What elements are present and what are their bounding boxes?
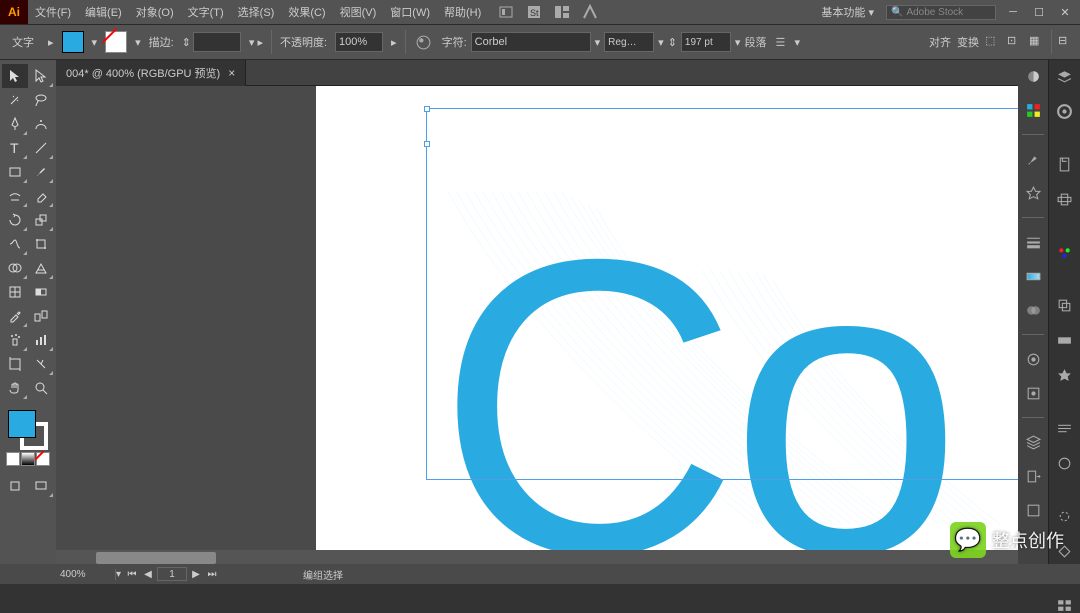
align-link[interactable]: 对齐 bbox=[929, 34, 951, 50]
canvas[interactable]: Co bbox=[56, 86, 1018, 564]
options-bar: 文字 ▸ ▾ ▾ 描边: ⇕ ▾ ▸ 不透明度: ▸ 字符: ▾ ▾ ⇕▾ 段落… bbox=[0, 24, 1080, 60]
status-bar: 400% ▾ ⏮ ◀ 1 ▶ ⏭ 编组选择 bbox=[0, 564, 1080, 584]
font-style-field[interactable] bbox=[604, 32, 654, 52]
doc-info-icon[interactable] bbox=[1055, 156, 1075, 173]
swatches-panel-icon[interactable] bbox=[1023, 100, 1043, 120]
svg-text:St: St bbox=[530, 8, 539, 18]
right-panel-dock bbox=[1018, 60, 1048, 564]
tab-close-button[interactable]: × bbox=[228, 66, 235, 80]
close-button[interactable]: ✕ bbox=[1056, 3, 1074, 21]
selection-box bbox=[426, 108, 1018, 480]
artboard[interactable]: Co bbox=[316, 86, 1018, 564]
active-tool-label: 文字 bbox=[6, 34, 40, 50]
menu-file[interactable]: 文件(F) bbox=[28, 0, 78, 24]
last-artboard-btn[interactable]: ⏭ bbox=[205, 567, 219, 581]
document-tab[interactable]: 004* @ 400% (RGB/GPU 预览) × bbox=[56, 60, 246, 86]
stock-search-input[interactable]: 🔍 Adobe Stock bbox=[886, 5, 996, 20]
layers-panel-icon[interactable] bbox=[1023, 432, 1043, 452]
links-panel-icon[interactable] bbox=[1055, 367, 1075, 384]
bridge-icon[interactable] bbox=[498, 4, 514, 20]
artboards-panel-icon[interactable] bbox=[1023, 500, 1043, 520]
menu-object[interactable]: 对象(O) bbox=[129, 0, 181, 24]
status-tool-hint: 编组选择 bbox=[303, 567, 343, 582]
maximize-button[interactable]: ☐ bbox=[1030, 3, 1048, 21]
color-panel-icon[interactable] bbox=[1023, 66, 1043, 86]
wechat-icon: 💬 bbox=[950, 522, 986, 558]
transform-link[interactable]: 变换 bbox=[957, 34, 979, 50]
opt-icon-2[interactable]: ⊡ bbox=[1007, 34, 1023, 50]
document-tab-bar: 004* @ 400% (RGB/GPU 预览) × bbox=[56, 60, 1018, 86]
char-panel-icon[interactable] bbox=[1055, 420, 1075, 437]
font-size-field[interactable] bbox=[681, 32, 731, 52]
symbols-panel-icon[interactable] bbox=[1023, 183, 1043, 203]
opt-more-icon[interactable]: ⊟ bbox=[1058, 34, 1074, 50]
stroke-panel-icon[interactable] bbox=[1023, 232, 1043, 252]
gpu-icon[interactable] bbox=[582, 4, 598, 20]
right-panel-dock-far bbox=[1048, 60, 1080, 564]
selection-handle[interactable] bbox=[424, 106, 430, 112]
transform-panel-icon[interactable] bbox=[1055, 332, 1075, 349]
graphic-styles-panel-icon[interactable] bbox=[1023, 383, 1043, 403]
menu-edit[interactable]: 编辑(E) bbox=[78, 0, 129, 24]
menu-effect[interactable]: 效果(C) bbox=[281, 0, 332, 24]
zoom-field[interactable]: 400% bbox=[56, 569, 116, 580]
app-logo: Ai bbox=[0, 0, 28, 24]
artboard-num[interactable]: 1 bbox=[157, 567, 187, 581]
stroke-swatch[interactable] bbox=[105, 31, 127, 53]
fill-swatch[interactable] bbox=[62, 31, 84, 53]
watermark: 💬 整点创作 bbox=[950, 522, 1064, 558]
character-label: 字符: bbox=[442, 34, 467, 50]
minimize-button[interactable]: ─ bbox=[1004, 3, 1022, 21]
paragraph-icon[interactable]: ☰ bbox=[770, 32, 790, 52]
gradient-panel-icon[interactable] bbox=[1023, 266, 1043, 286]
stock-icon[interactable]: St bbox=[526, 4, 542, 20]
menu-bar: Ai 文件(F) 编辑(E) 对象(O) 文字(T) 选择(S) 效果(C) 视… bbox=[0, 0, 1080, 24]
para-panel-icon[interactable] bbox=[1055, 455, 1075, 472]
pathfinder-icon[interactable] bbox=[1055, 297, 1075, 314]
menu-help[interactable]: 帮助(H) bbox=[437, 0, 488, 24]
scrollbar-thumb[interactable] bbox=[96, 552, 216, 564]
isolate-icon[interactable]: ⬚ bbox=[985, 34, 1001, 50]
selection-handle[interactable] bbox=[424, 141, 430, 147]
menu-select[interactable]: 选择(S) bbox=[231, 0, 282, 24]
opt-icon-3[interactable]: ▦ bbox=[1029, 34, 1045, 50]
transparency-panel-icon[interactable] bbox=[1023, 300, 1043, 320]
opacity-label: 不透明度: bbox=[280, 34, 327, 50]
appearance-panel-icon[interactable] bbox=[1023, 349, 1043, 369]
selection-tool[interactable] bbox=[2, 64, 28, 88]
stroke-weight-field[interactable]: ⇕ bbox=[182, 32, 241, 52]
paragraph-label[interactable]: 段落 bbox=[744, 34, 766, 50]
next-artboard-btn[interactable]: ▶ bbox=[189, 567, 203, 581]
opacity-field[interactable] bbox=[335, 32, 383, 52]
menu-view[interactable]: 视图(V) bbox=[333, 0, 384, 24]
menu-type[interactable]: 文字(T) bbox=[181, 0, 231, 24]
brushes-panel-icon[interactable] bbox=[1023, 149, 1043, 169]
stroke-label: 描边: bbox=[149, 34, 174, 50]
libraries-panel-icon[interactable] bbox=[1055, 103, 1075, 120]
menu-window[interactable]: 窗口(W) bbox=[383, 0, 437, 24]
font-family-field[interactable] bbox=[471, 32, 591, 52]
properties-panel-icon[interactable] bbox=[1055, 68, 1075, 85]
direct-selection-tool[interactable] bbox=[28, 64, 54, 88]
asset-export-panel-icon[interactable] bbox=[1023, 466, 1043, 486]
workspace-switcher[interactable]: 基本功能 ▾ bbox=[817, 4, 878, 20]
arrange-icon[interactable] bbox=[554, 4, 570, 20]
nav-panel-icon[interactable] bbox=[1055, 596, 1075, 613]
horizontal-scrollbar[interactable] bbox=[56, 550, 1018, 564]
prev-artboard-btn[interactable]: ◀ bbox=[141, 567, 155, 581]
first-artboard-btn[interactable]: ⏮ bbox=[125, 567, 139, 581]
recolor-icon[interactable] bbox=[414, 32, 434, 52]
color-guide-icon[interactable] bbox=[1055, 244, 1075, 261]
align-panel-icon[interactable] bbox=[1055, 191, 1075, 208]
